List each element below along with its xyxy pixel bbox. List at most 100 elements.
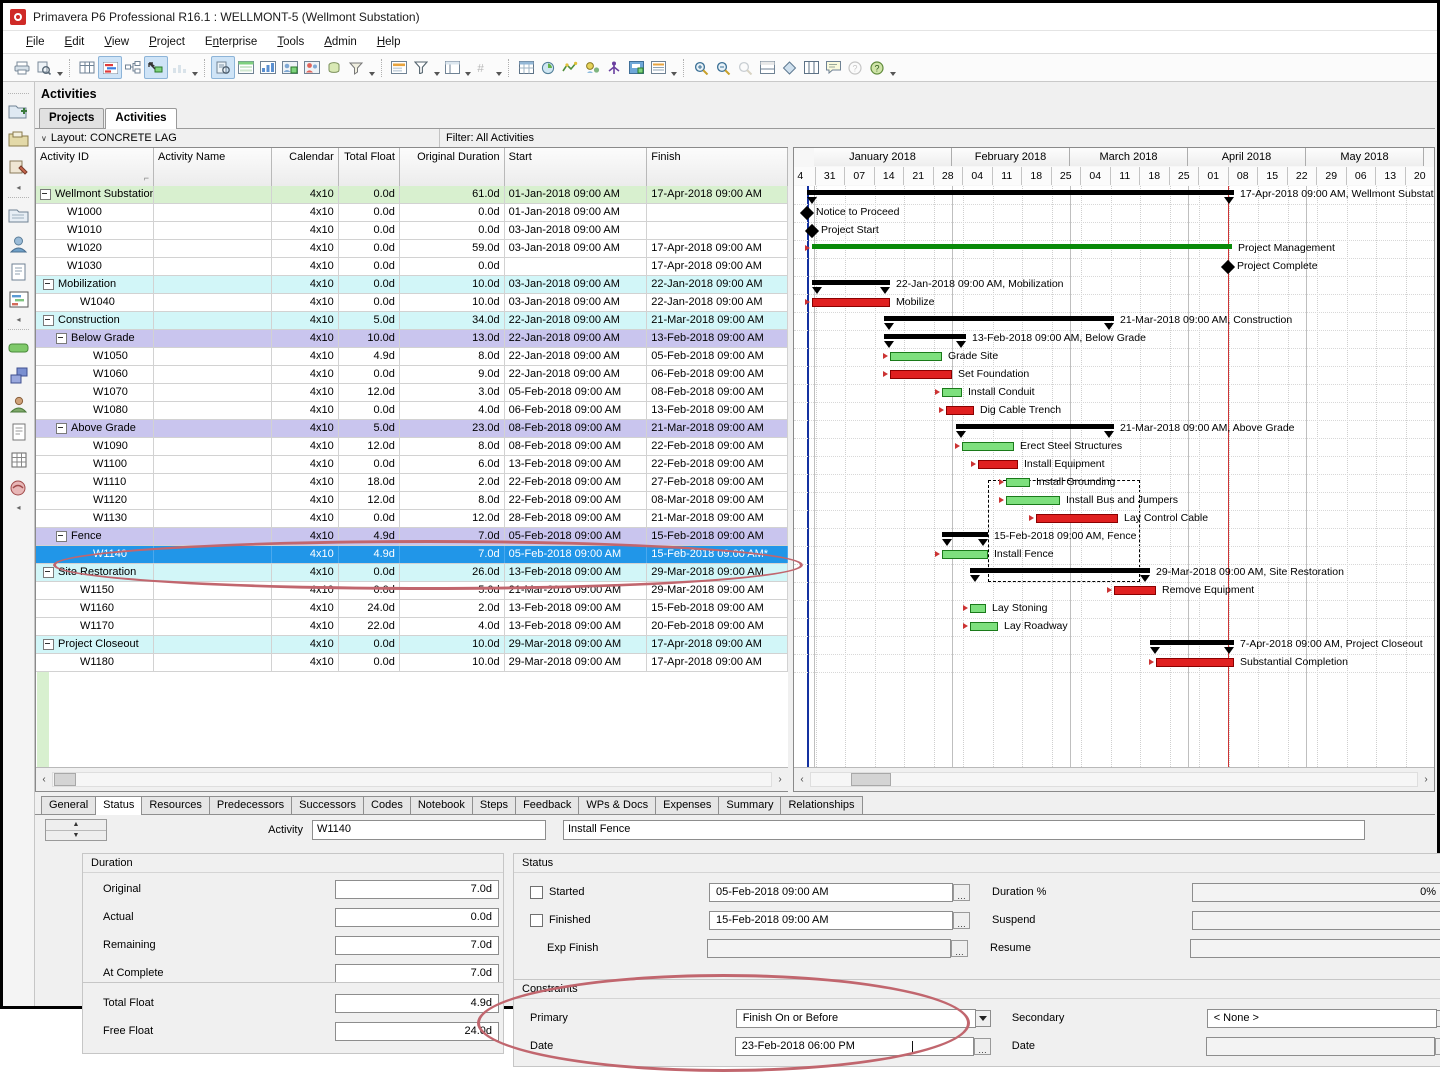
column-header-original_duration[interactable]: Original Duration <box>399 148 505 186</box>
detail-tab-relationships[interactable]: Relationships <box>780 796 863 814</box>
table-row[interactable]: W1090 4x10 12.0d 8.0d 08-Feb-2018 09:00 AM 22… <box>36 438 788 456</box>
exp-finish-field[interactable] <box>707 938 951 958</box>
gantt-task-bar[interactable] <box>812 244 1232 249</box>
menu-tools[interactable]: Tools <box>268 34 313 50</box>
expand-collapse-icon[interactable] <box>40 188 51 200</box>
detail-tab-predecessors[interactable]: Predecessors <box>208 796 293 814</box>
finished-checkbox[interactable] <box>530 913 543 927</box>
finished-date-field[interactable]: 15-Feb-2018 09:00 AM <box>709 910 953 930</box>
table-row[interactable]: W1160 4x10 24.0d 2.0d 13-Feb-2018 09:00 AM 15… <box>36 600 788 618</box>
activity-network-icon[interactable] <box>122 57 144 78</box>
table-row[interactable]: Mobilization 4x10 0.0d 10.0d 03-Jan-2018 09:… <box>36 276 788 294</box>
scroll-left-icon[interactable]: ‹ <box>794 774 810 785</box>
duration-field[interactable]: 0.0d <box>335 907 499 927</box>
layout-icon[interactable] <box>388 57 410 78</box>
gantt-task-bar[interactable] <box>970 604 986 613</box>
expand-collapse-icon[interactable] <box>56 422 67 434</box>
resource-assign-icon[interactable] <box>279 57 301 78</box>
expand-collapse-icon[interactable] <box>56 332 67 344</box>
table-row[interactable]: W1050 4x10 4.9d 8.0d 22-Jan-2018 09:00 AM 05-… <box>36 348 788 366</box>
group-sort-icon[interactable]: # <box>472 57 494 78</box>
timescale-icon[interactable] <box>756 57 778 78</box>
gantt-summary-bar[interactable] <box>1150 640 1234 654</box>
gantt-task-bar[interactable] <box>890 352 942 361</box>
table-icon[interactable] <box>76 57 98 78</box>
baseline-icon[interactable] <box>778 57 800 78</box>
reports-doc-icon[interactable] <box>7 420 30 443</box>
table-row[interactable]: Construction 4x10 5.0d 34.0d 22-Jan-2018 09:… <box>36 312 788 330</box>
level-resources-icon[interactable] <box>581 57 603 78</box>
gantt-task-bar[interactable] <box>1006 496 1060 505</box>
table-row[interactable]: W1100 4x10 0.0d 6.0d 13-Feb-2018 09:00 AM 22-… <box>36 456 788 474</box>
zoom-out-icon[interactable] <box>712 57 734 78</box>
table-row[interactable]: W1110 4x10 18.0d 2.0d 22-Feb-2018 09:00 AM 27… <box>36 474 788 492</box>
filter-caret-icon[interactable] <box>432 55 441 80</box>
summarize-icon[interactable] <box>647 57 669 78</box>
filter-indicator[interactable]: Filter: All Activities <box>440 129 1435 147</box>
secondary-date-picker-icon[interactable]: … <box>1435 1037 1440 1055</box>
float-field[interactable]: 24.0d <box>335 1021 499 1041</box>
resources-icon[interactable] <box>301 57 323 78</box>
gantt-task-bar[interactable] <box>978 460 1018 469</box>
group-caret-icon[interactable] <box>494 55 503 80</box>
gantt-milestone[interactable] <box>1220 259 1236 275</box>
stepper-down-icon[interactable]: ▼ <box>46 831 106 841</box>
rail-scroll-up-icon-2[interactable]: ◂ <box>3 316 34 324</box>
scroll-track[interactable] <box>52 772 772 787</box>
filter-icon[interactable] <box>410 57 432 78</box>
columns-icon[interactable] <box>441 57 463 78</box>
detail-tab-expenses[interactable]: Expenses <box>655 796 720 814</box>
team-icon[interactable] <box>7 392 30 415</box>
project-details-icon[interactable] <box>211 56 235 79</box>
table-row[interactable]: W1040 4x10 0.0d 10.0d 03-Jan-2018 09:00 AM 22… <box>36 294 788 312</box>
print-icon[interactable] <box>11 57 33 78</box>
tab-activities[interactable]: Activities <box>105 108 177 129</box>
gantt-task-bar[interactable] <box>1156 658 1234 667</box>
notes-icon[interactable] <box>822 57 844 78</box>
gantt-task-bar[interactable] <box>1114 586 1156 595</box>
help-caret-icon[interactable] <box>888 55 897 80</box>
risk-icon[interactable] <box>7 476 30 499</box>
gantt-chart-icon[interactable] <box>98 56 122 79</box>
detail-tab-notebook[interactable]: Notebook <box>409 796 473 814</box>
print-preview-icon[interactable] <box>33 57 55 78</box>
duration-field[interactable]: 7.0d <box>335 879 499 899</box>
gantt-summary-bar[interactable] <box>884 316 1114 330</box>
chart-icon[interactable] <box>168 57 190 78</box>
table-row[interactable]: W1180 4x10 0.0d 10.0d 29-Mar-2018 09:00 AM 17… <box>36 654 788 672</box>
detail-tab-steps[interactable]: Steps <box>471 796 517 814</box>
table-row[interactable]: Wellmont Substation 4x10 0.0d 61.0d 01-Jan-2… <box>36 186 788 204</box>
menu-admin[interactable]: Admin <box>315 34 366 50</box>
primary-constraint-select[interactable]: Finish On or Before <box>735 1008 977 1028</box>
detail-tab-feedback[interactable]: Feedback <box>515 796 580 814</box>
scroll-right-icon[interactable]: › <box>1418 774 1434 785</box>
table-row[interactable]: W1010 4x10 0.0d 0.0d 03-Jan-2018 09:00 AM <box>36 222 788 240</box>
wbs-folder-icon[interactable] <box>7 204 30 227</box>
column-header-total_float[interactable]: Total Float <box>338 148 400 186</box>
activity-id-field[interactable]: W1140 <box>312 820 546 840</box>
print-caret-icon[interactable] <box>55 55 64 80</box>
detail-tab-status[interactable]: Status <box>95 796 143 815</box>
help-circle-icon[interactable]: ? <box>866 57 888 78</box>
finished-date-picker-icon[interactable]: … <box>953 911 970 929</box>
menu-file[interactable]: File <box>17 34 54 50</box>
table-row[interactable]: Above Grade 4x10 5.0d 23.0d 08-Feb-2018 09:0… <box>36 420 788 438</box>
column-header-start[interactable]: Start <box>504 148 648 186</box>
gantt-task-bar[interactable] <box>812 298 890 307</box>
zoom-page-icon[interactable] <box>734 57 756 78</box>
column-header-finish[interactable]: Finish <box>647 148 788 186</box>
gantt-milestone[interactable] <box>799 205 815 221</box>
menu-project[interactable]: Project <box>140 34 194 50</box>
expand-collapse-icon[interactable] <box>43 278 54 290</box>
actuals-caret-icon[interactable] <box>669 55 678 80</box>
table-row[interactable]: Below Grade 4x10 10.0d 13.0d 22-Jan-2018 09:… <box>36 330 788 348</box>
zoom-in-icon[interactable] <box>690 57 712 78</box>
gantt-summary-bar[interactable] <box>807 190 1234 204</box>
help-icon[interactable]: ? <box>844 57 866 78</box>
tools-caret-icon[interactable] <box>367 55 376 80</box>
open-project-icon[interactable] <box>7 128 30 151</box>
detail-tab-summary[interactable]: Summary <box>718 796 782 814</box>
gantt-task-bar[interactable] <box>962 442 1014 451</box>
secondary-constraint-select[interactable]: < None > <box>1206 1008 1438 1028</box>
columns-caret-icon[interactable] <box>463 55 472 80</box>
